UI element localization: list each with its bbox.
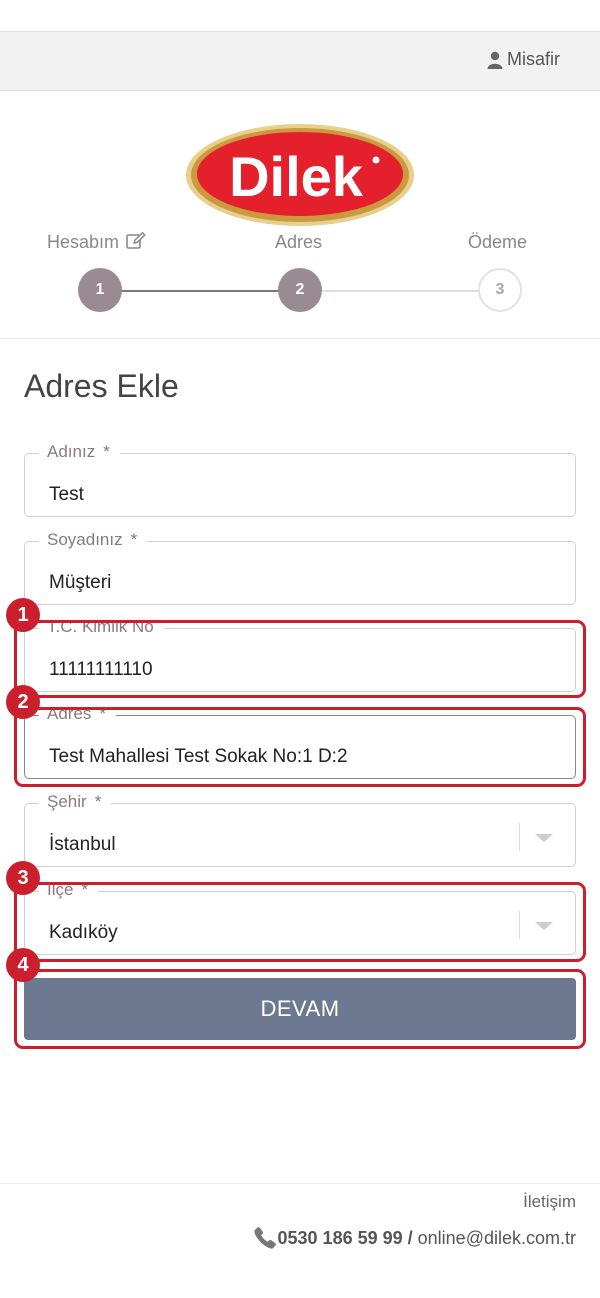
top-bar: Misafir [0,31,600,91]
highlight-box-4 [14,969,586,1049]
step-connector-done [110,290,300,292]
highlight-box-2 [14,707,586,787]
annotation-badge-4: 4 [6,948,40,982]
select-separator [519,823,520,851]
required-mark: * [94,792,102,811]
annotation-badge-2: 2 [6,685,40,719]
last-name-label: Soyadınız [47,530,123,549]
city-value: İstanbul [49,834,116,855]
guest-label: Misafir [507,49,560,69]
footer-divider [0,1183,600,1184]
logo-text: Dilek [229,145,364,208]
highlight-box-3 [14,882,586,962]
dilek-logo: Dilek [186,124,414,226]
last-name-value: Müşteri [49,572,112,593]
contact-line: 0530 186 59 99 / online@dilek.com.tr [253,1226,576,1250]
contact-separator: / [402,1227,418,1248]
required-mark: * [130,530,138,549]
annotation-badge-1: 1 [6,598,40,632]
step-label-address: Adres [275,232,323,252]
contact-title[interactable]: İletişim [523,1192,576,1212]
phone-number[interactable]: 0530 186 59 99 [278,1228,403,1249]
user-icon [487,51,503,69]
page-title: Adres Ekle [24,368,179,404]
step-circle-3: 3 [478,268,522,312]
header-divider [0,338,600,339]
step-circle-1[interactable]: 1 [78,268,122,312]
guest-account-link[interactable]: Misafir [487,49,560,70]
city-select[interactable]: Şehir * İstanbul [24,792,576,867]
required-mark: * [103,442,110,461]
highlight-box-1 [14,620,586,698]
step-label-account[interactable]: Hesabım [47,232,146,253]
step-connector-todo [300,290,490,292]
city-label: Şehir [47,792,87,811]
phone-icon [253,1227,276,1249]
chevron-down-icon[interactable] [535,834,553,842]
annotation-badge-3: 3 [6,861,40,895]
edit-icon[interactable] [126,232,146,250]
first-name-field[interactable]: Adınız * Test [24,442,576,517]
step-circle-2: 2 [278,268,322,312]
last-name-field[interactable]: Soyadınız * Müşteri [24,530,576,605]
first-name-label: Adınız [47,442,96,461]
first-name-value: Test [49,484,84,505]
email-link[interactable]: online@dilek.com.tr [418,1228,576,1249]
step-label-payment: Ödeme [468,232,528,252]
